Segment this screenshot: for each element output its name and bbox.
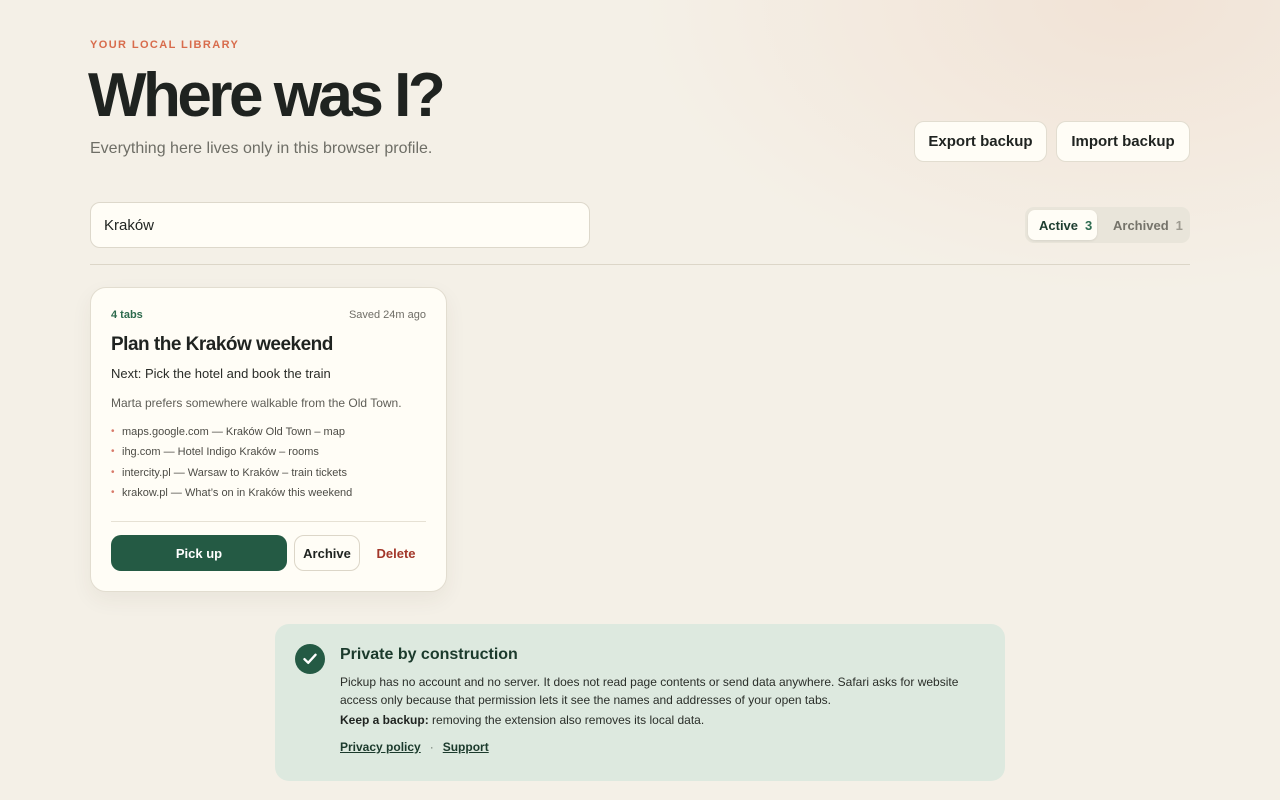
tab-entry: maps.google.com — Kraków Old Town – map — [122, 426, 345, 438]
search-input[interactable] — [90, 202, 590, 248]
session-note: Marta prefers somewhere walkable from th… — [111, 396, 402, 410]
import-backup-button[interactable]: Import backup — [1056, 121, 1190, 162]
backup-note-strong: Keep a backup: — [340, 713, 429, 727]
page-subtitle: Everything here lives only in this brows… — [90, 140, 433, 157]
bullet-icon: • — [111, 466, 115, 478]
check-icon — [295, 644, 325, 674]
list-item: • ihg.com — Hotel Indigo Kraków – rooms — [111, 446, 352, 466]
tabs-count-badge: 4 tabs — [111, 309, 143, 321]
privacy-body: Pickup has no account and no server. It … — [340, 675, 959, 707]
session-title: Plan the Kraków weekend — [111, 334, 333, 355]
tab-archived-count: 1 — [1175, 217, 1183, 233]
privacy-policy-link[interactable]: Privacy policy — [340, 740, 421, 754]
tab-active-label: Active — [1039, 217, 1079, 233]
delete-button[interactable]: Delete — [370, 535, 422, 571]
archive-button[interactable]: Archive — [294, 535, 360, 571]
status-filter: Active 3 Archived 1 — [1025, 207, 1190, 243]
list-item: • krakow.pl — What’s on in Kraków this we… — [111, 487, 352, 507]
session-card: 4 tabs Saved 24m ago Plan the Kraków wee… — [90, 287, 447, 592]
list-item: • intercity.pl — Warsaw to Kraków – train… — [111, 467, 352, 487]
support-link[interactable]: Support — [443, 740, 489, 754]
tab-entry: krakow.pl — What’s on in Kraków this wee… — [122, 487, 353, 500]
privacy-links: Privacy policy · Support — [340, 740, 489, 754]
privacy-title: Private by construction — [340, 646, 518, 663]
export-backup-button[interactable]: Export backup — [914, 121, 1047, 162]
tab-list: • maps.google.com — Kraków Old Town – map… — [111, 426, 352, 508]
card-divider — [111, 521, 426, 522]
bullet-icon: • — [111, 446, 115, 458]
tab-active[interactable]: Active 3 — [1028, 210, 1097, 240]
backup-note: Keep a backup: removing the extension al… — [340, 713, 704, 727]
privacy-notice: Private by construction Pickup has no ac… — [275, 624, 1005, 781]
list-item: • maps.google.com — Kraków Old Town – map — [111, 426, 352, 446]
bullet-icon: • — [111, 426, 115, 437]
tab-entry: intercity.pl — Warsaw to Kraków – train … — [122, 466, 347, 479]
link-separator: · — [429, 740, 434, 754]
saved-timestamp: Saved 24m ago — [348, 309, 426, 321]
backup-note-text: removing the extension also removes its … — [428, 713, 705, 727]
section-divider — [90, 264, 1190, 265]
bullet-icon: • — [111, 487, 115, 499]
page-title: Where was I? — [88, 61, 446, 130]
tab-active-count: 3 — [1085, 217, 1093, 233]
pick-up-button[interactable]: Pick up — [111, 535, 287, 571]
tab-archived[interactable]: Archived 1 — [1097, 210, 1183, 240]
next-step: Next: Pick the hotel and book the train — [111, 366, 331, 381]
tab-archived-label: Archived — [1113, 217, 1169, 233]
eyebrow-label: YOUR LOCAL LIBRARY — [90, 39, 240, 51]
tab-entry: ihg.com — Hotel Indigo Kraków – rooms — [122, 446, 319, 459]
